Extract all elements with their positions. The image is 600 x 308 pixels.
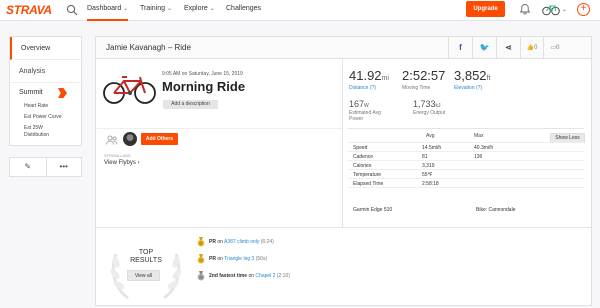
elevation-label[interactable]: Elevation (?) bbox=[454, 85, 482, 91]
sidebar-subitem-power-curve[interactable]: Est Power Curve bbox=[10, 114, 81, 121]
more-icon[interactable]: ••• bbox=[45, 158, 82, 176]
sidebar-item-analysis[interactable]: Analysis bbox=[10, 60, 81, 83]
laurel-icon bbox=[110, 253, 182, 300]
chevron-down-icon: ⌄ bbox=[167, 6, 173, 12]
divider bbox=[342, 59, 343, 227]
power-value: 167W bbox=[349, 99, 369, 109]
activity-card: Jamie Kavanagh – Ride f 🐦 ⋖ 👍0 ▭0 9:05 A… bbox=[95, 36, 592, 306]
avg-header: Avg bbox=[426, 133, 435, 139]
summit-badge-icon bbox=[58, 88, 67, 98]
sidebar-subitem-power-distribution[interactable]: Est 25W Distribution bbox=[10, 125, 81, 139]
gold-medal-icon bbox=[197, 237, 205, 247]
top-navigation: STRAVA Dashboard ⌄ Training ⌄ Explore ⌄ Cha… bbox=[0, 0, 600, 21]
bike-image bbox=[103, 76, 156, 104]
segment-link[interactable]: Triangle leg 3 bbox=[224, 256, 254, 262]
strava-logo[interactable]: STRAVA bbox=[6, 3, 52, 17]
kudos-button[interactable]: 👍0 bbox=[520, 37, 543, 59]
add-others-button[interactable]: Add Others bbox=[141, 133, 178, 145]
achievement-item: PR on A387 climb only (6:24) bbox=[209, 239, 274, 245]
profile-bike-avatar[interactable] bbox=[542, 2, 560, 16]
sidebar-subitem-heart-rate[interactable]: Heart Rate bbox=[10, 103, 81, 110]
chevron-down-icon[interactable]: ⌄ bbox=[562, 6, 567, 13]
max-header: Max bbox=[474, 133, 484, 139]
activity-date: 9:05 AM on Saturday, June 15, 2019 bbox=[162, 71, 243, 77]
athlete-avatar[interactable] bbox=[123, 132, 137, 146]
power-label: Estimated Avg Power bbox=[349, 110, 381, 122]
nav-dashboard[interactable]: Dashboard ⌄ bbox=[87, 5, 129, 21]
divider bbox=[96, 227, 591, 228]
chevron-down-icon: ⌄ bbox=[209, 6, 215, 12]
chevron-down-icon: ⌄ bbox=[123, 6, 129, 12]
group-icon bbox=[106, 135, 118, 145]
pencil-icon[interactable]: ✎ bbox=[10, 158, 46, 176]
segment-link[interactable]: A387 climb only bbox=[224, 239, 259, 245]
search-icon[interactable] bbox=[66, 4, 78, 16]
elevation-value: 3,852ft bbox=[454, 68, 491, 83]
segment-link[interactable]: Chapel 2 bbox=[255, 273, 275, 279]
share-icon[interactable]: ⋖ bbox=[496, 37, 520, 59]
twitter-icon[interactable]: 🐦 bbox=[472, 37, 496, 59]
energy-value: 1,733kJ bbox=[413, 99, 441, 109]
bike-name[interactable]: Bike: Cannondale bbox=[476, 207, 515, 213]
nav-training[interactable]: Training ⌄ bbox=[140, 5, 172, 12]
sidebar-item-summit[interactable]: Summit bbox=[10, 83, 81, 103]
upgrade-button[interactable]: Upgrade bbox=[466, 1, 505, 17]
nav-challenges[interactable]: Challenges bbox=[226, 5, 261, 12]
activity-title[interactable]: Morning Ride bbox=[162, 79, 245, 94]
comments-button[interactable]: ▭0 bbox=[543, 37, 566, 59]
add-activity-icon[interactable]: + bbox=[577, 3, 590, 16]
page-title: Jamie Kavanagh – Ride bbox=[106, 43, 191, 52]
bell-icon[interactable] bbox=[519, 3, 531, 15]
distance-label[interactable]: Distance (?) bbox=[349, 85, 376, 91]
flyby-label: STRAVA LABS bbox=[104, 153, 131, 158]
device-name: Garmin Edge 510 bbox=[353, 207, 393, 213]
achievement-item: PR on Triangle leg 3 (50s) bbox=[209, 256, 268, 262]
achievement-item: 2nd fastest time on Chapel 2 (2:10) bbox=[209, 273, 290, 279]
divider bbox=[348, 128, 584, 129]
add-description-button[interactable]: Add a description bbox=[163, 100, 218, 109]
sidebar-item-overview[interactable]: Overview bbox=[10, 37, 81, 60]
share-bar: f 🐦 ⋖ 👍0 ▭0 bbox=[448, 37, 566, 59]
view-all-button[interactable]: View all bbox=[127, 270, 160, 281]
silver-medal-icon bbox=[197, 271, 205, 281]
moving-time-value: 2:52:57 bbox=[402, 68, 446, 83]
sidebar: Overview Analysis Summit Heart Rate Est … bbox=[9, 36, 82, 146]
sidebar-tools: ✎ ••• bbox=[9, 157, 82, 177]
nav-explore[interactable]: Explore ⌄ bbox=[184, 5, 215, 12]
divider bbox=[96, 128, 342, 129]
view-flybys-link[interactable]: View Flybys › bbox=[104, 160, 140, 166]
activity-header: Jamie Kavanagh – Ride f 🐦 ⋖ 👍0 ▭0 bbox=[96, 37, 591, 59]
distance-value: 41.92mi bbox=[349, 68, 389, 83]
facebook-icon[interactable]: f bbox=[448, 37, 472, 59]
energy-label: Energy Output bbox=[413, 110, 446, 116]
top-results-title: TOP RESULTS bbox=[130, 249, 162, 264]
gold-medal-icon bbox=[197, 254, 205, 264]
table-row: Elapsed Time 2:58:18 bbox=[348, 178, 584, 188]
moving-time-label: Moving Time bbox=[402, 85, 431, 91]
